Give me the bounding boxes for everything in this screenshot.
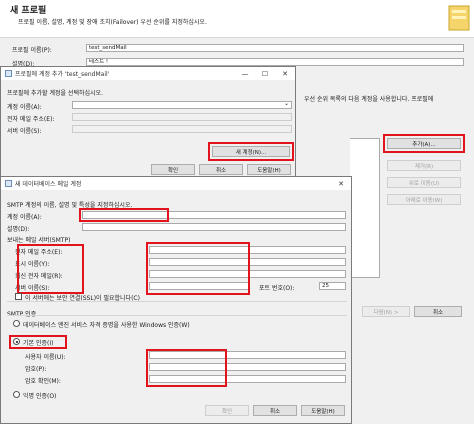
highlight-add-button (383, 134, 465, 153)
close-icon[interactable]: ✕ (331, 177, 351, 190)
account-desc-label: 설명(D): (7, 226, 30, 233)
port-input[interactable]: 25 (319, 282, 346, 290)
add-account-instruction: 프로필에 추가할 계정을 선택하십시오. (7, 90, 103, 97)
new-mail-account-title: 새 데이터베이스 메일 계정 (15, 181, 82, 188)
highlight-account-name (79, 208, 169, 222)
add-account-server-label: 서버 이름(S): (7, 128, 42, 135)
profile-description: 프로필 이름, 설명, 계정 및 장애 조치(Failover) 우선 순위를 … (18, 19, 207, 26)
new-account-help-button[interactable]: 도움말(H) (301, 405, 345, 416)
new-mail-account-dialog: 새 데이터베이스 메일 계정 ✕ SMTP 계정의 이름, 설명 및 특성을 지… (0, 176, 352, 424)
add-account-dialog: 프로필에 계정 추가 'test_sendMail' — ☐ ✕ 프로필에 추가… (0, 66, 296, 178)
profile-name-input[interactable]: test_sendMail (86, 44, 464, 52)
user-name-label: 사용자 이름(U): (25, 354, 66, 361)
account-list-hint: 우선 순위 목록의 다음 계정을 사용합니다. 프로필에 (304, 96, 434, 103)
close-icon[interactable]: ✕ (275, 67, 295, 80)
smtp-auth-label: SMTP 인증 (7, 311, 37, 318)
profile-next-button[interactable]: 다음(N) > (362, 306, 410, 317)
add-account-ok-button[interactable]: 확인 (151, 164, 195, 175)
ssl-checkbox[interactable] (15, 293, 22, 300)
account-priority-list[interactable] (350, 138, 380, 278)
profile-desc-input[interactable]: 테스트 ! (86, 58, 464, 66)
smtp-auth-group (7, 315, 347, 316)
highlight-credentials (146, 349, 227, 387)
windows-auth-radio[interactable] (13, 320, 20, 327)
add-account-cancel-button[interactable]: 취소 (199, 164, 243, 175)
add-account-email-field (72, 113, 292, 121)
account-desc-input[interactable] (82, 223, 346, 231)
app-icon (5, 180, 12, 187)
highlight-new-account-button (208, 142, 294, 161)
windows-auth-label: 데이터베이스 엔진 서비스 자격 증명을 사용한 Windows 인증(W) (23, 322, 190, 329)
highlight-email-inputs (146, 242, 250, 295)
anonymous-auth-label: 익명 인증(O) (23, 393, 57, 400)
move-down-button[interactable]: 아래로 이동(W) (387, 194, 461, 205)
new-account-ok-button[interactable]: 확인 (205, 405, 249, 416)
confirm-password-label: 암호 확인(M): (25, 378, 61, 385)
ssl-label: 이 서버에는 보안 연결(SSL)이 필요합니다(C) (25, 295, 140, 302)
add-account-email-label: 전자 메일 주소(E): (7, 116, 55, 123)
port-label: 포트 번호(O): (259, 285, 295, 292)
mail-icon (448, 4, 470, 32)
move-up-button[interactable]: 위로 이동(U) (387, 177, 461, 188)
minimize-icon[interactable]: — (235, 67, 255, 80)
add-account-titlebar: 프로필에 계정 추가 'test_sendMail' — ☐ ✕ (1, 67, 295, 80)
app-icon (5, 70, 12, 77)
account-name-label: 계정 이름(A): (7, 214, 42, 221)
profile-window-title: 새 프로필 (10, 6, 47, 16)
new-mail-account-titlebar: 새 데이터베이스 메일 계정 ✕ (1, 177, 351, 190)
remove-account-button[interactable]: 제거(R) (387, 160, 461, 171)
chevron-down-icon: ⌄ (283, 101, 289, 107)
highlight-basic-auth (9, 335, 67, 349)
add-account-help-button[interactable]: 도움말(H) (247, 164, 291, 175)
new-account-cancel-button[interactable]: 취소 (253, 405, 297, 416)
highlight-email-fields (17, 244, 84, 294)
add-account-title: 프로필에 계정 추가 'test_sendMail' (15, 71, 110, 78)
maximize-icon[interactable]: ☐ (255, 67, 275, 80)
profile-name-label: 프로필 이름(P): (12, 47, 52, 54)
account-select[interactable]: ⌄ (72, 101, 292, 109)
add-account-name-label: 계정 이름(A): (7, 104, 42, 111)
profile-cancel-button[interactable]: 취소 (414, 306, 462, 317)
anonymous-auth-radio[interactable] (13, 391, 20, 398)
add-account-server-field (72, 125, 292, 133)
password-label: 암호(P): (25, 366, 47, 373)
